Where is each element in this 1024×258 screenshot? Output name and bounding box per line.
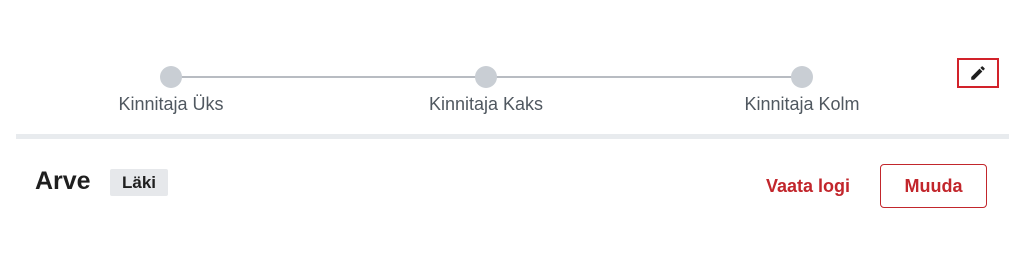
section-divider: [16, 134, 1009, 139]
step-dot: [475, 66, 497, 88]
step-2: Kinnitaja Kaks: [386, 66, 586, 115]
page: Kinnitaja Üks Kinnitaja Kaks Kinnitaja K…: [0, 0, 1024, 258]
step-dot: [160, 66, 182, 88]
view-log-link[interactable]: Vaata logi: [766, 174, 850, 198]
pencil-icon: [971, 66, 985, 80]
edit-approvers-button[interactable]: [957, 58, 999, 88]
step-3: Kinnitaja Kolm: [702, 66, 902, 115]
step-dot: [791, 66, 813, 88]
step-label: Kinnitaja Kaks: [428, 94, 544, 114]
approval-stepper: Kinnitaja Üks Kinnitaja Kaks Kinnitaja K…: [0, 0, 1024, 140]
step-1: Kinnitaja Üks: [71, 66, 271, 115]
status-badge: Läki: [110, 169, 169, 196]
step-label: Kinnitaja Kolm: [744, 94, 860, 114]
step-label: Kinnitaja Üks: [118, 94, 224, 114]
page-title: Arve: [35, 167, 91, 195]
change-button[interactable]: Muuda: [880, 164, 987, 208]
